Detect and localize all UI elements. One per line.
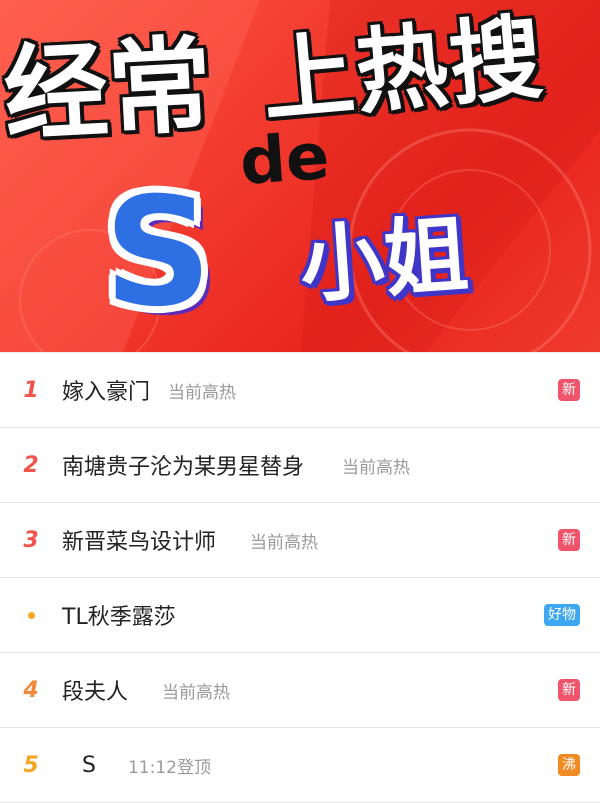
- topic-status: 当前高热: [168, 382, 237, 403]
- topic-title: 嫁入豪门: [62, 380, 151, 405]
- new-badge: 新: [558, 379, 580, 401]
- rank-number: 5: [23, 752, 39, 778]
- banner-title-line1: 经常: [0, 23, 216, 157]
- banner-title-letter: S: [104, 166, 213, 340]
- topic-status: 当前高热: [250, 532, 319, 553]
- topic-status: 11:12登顶: [127, 757, 211, 778]
- hot-badge: 沸: [558, 754, 580, 776]
- good-badge: 好物: [544, 604, 580, 626]
- list-item[interactable]: 4 段夫人 当前高热 新: [0, 653, 600, 728]
- promoted-dot-icon: [0, 611, 62, 619]
- topic-title: 新晋菜鸟设计师: [62, 530, 217, 555]
- banner-title-de: de: [237, 119, 332, 201]
- hot-search-banner: 经常 上热搜 de S 小姐: [0, 0, 600, 360]
- topic-status: 当前高热: [162, 682, 231, 703]
- topic-title: 南塘贵子沦为某男星替身: [62, 455, 305, 480]
- rank-number: 1: [23, 377, 39, 403]
- list-item[interactable]: 5 S 11:12登顶 沸: [0, 728, 600, 803]
- rank-number: 3: [23, 527, 39, 553]
- rank-number: 4: [23, 677, 39, 703]
- new-badge: 新: [558, 679, 580, 701]
- list-item[interactable]: TL秋季露莎 好物: [0, 578, 600, 653]
- list-item[interactable]: 2 南塘贵子沦为某男星替身 当前高热: [0, 428, 600, 503]
- topic-title: 段夫人: [62, 680, 129, 705]
- rank-number: 2: [23, 452, 39, 478]
- banner-title-line2: 小姐: [296, 205, 472, 315]
- hot-search-list: 1 嫁入豪门 当前高热 新 2 南塘贵子沦为某男星替身 当前高热 3 新晋菜鸟设…: [0, 352, 600, 803]
- topic-title: TL秋季露莎: [62, 605, 176, 630]
- banner-title-line1b: 上热搜: [257, 3, 549, 136]
- list-item[interactable]: 1 嫁入豪门 当前高热 新: [0, 353, 600, 428]
- topic-title: S: [82, 752, 96, 778]
- topic-status: 当前高热: [342, 457, 411, 478]
- list-item[interactable]: 3 新晋菜鸟设计师 当前高热 新: [0, 503, 600, 578]
- new-badge: 新: [558, 529, 580, 551]
